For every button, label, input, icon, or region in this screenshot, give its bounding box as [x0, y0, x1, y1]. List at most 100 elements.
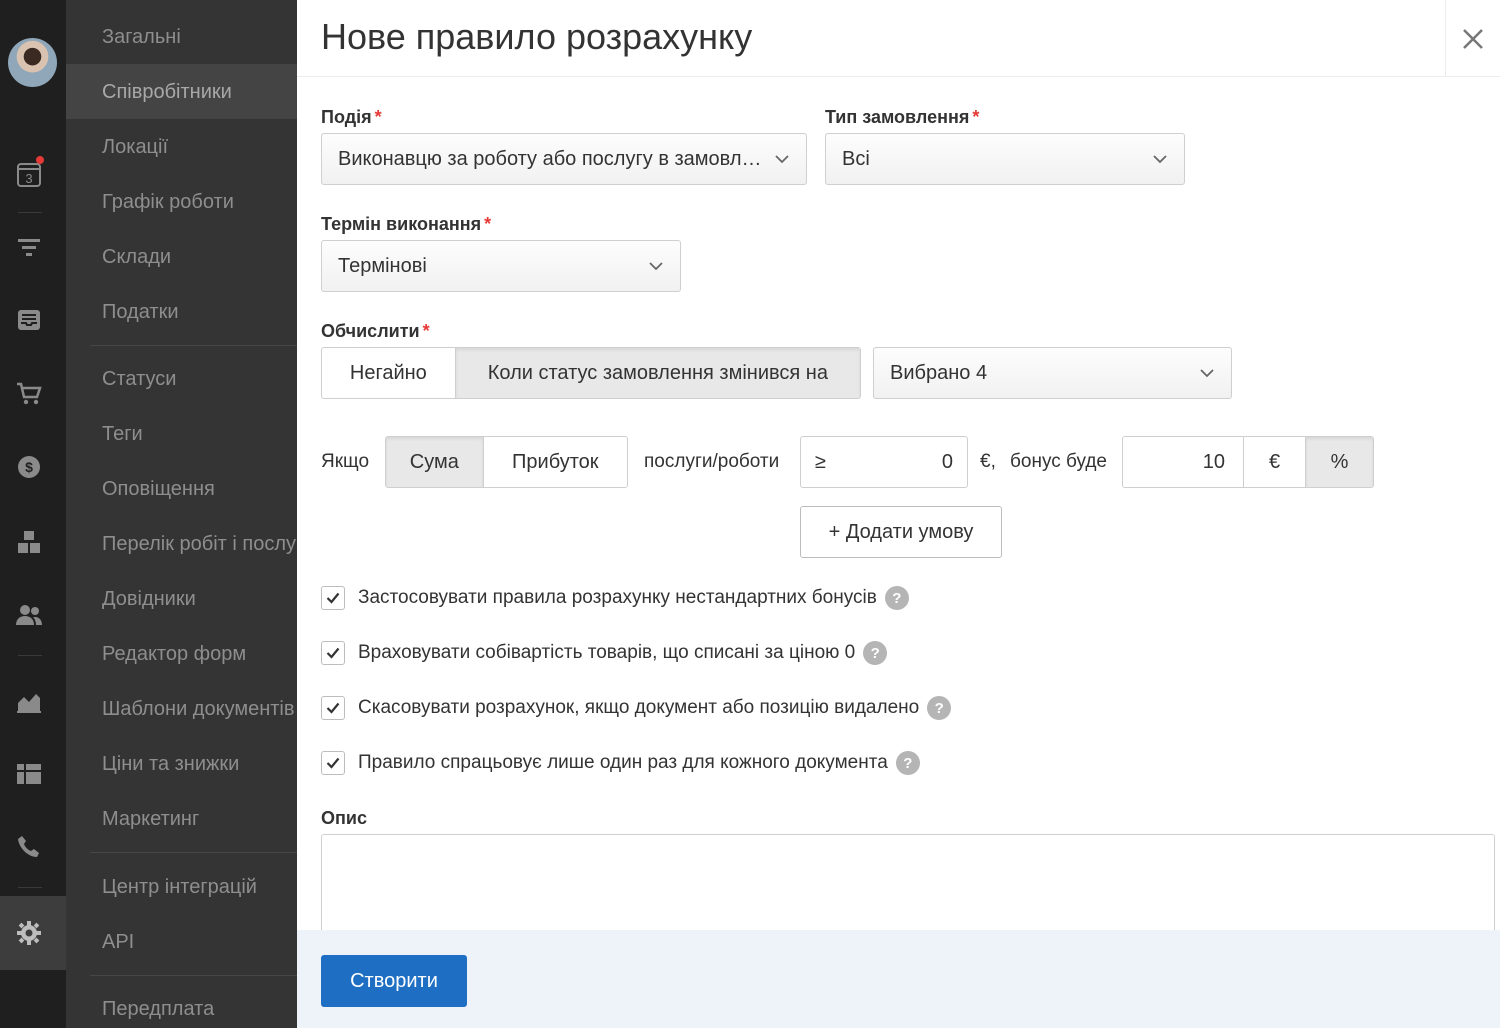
menu-item-directories[interactable]: Довідники — [102, 588, 196, 611]
zero-cost-goods-checkbox[interactable] — [321, 641, 345, 665]
calculate-on-status-option[interactable]: Коли статус замовлення змінився на — [455, 348, 860, 398]
users-icon[interactable] — [13, 599, 45, 631]
help-icon[interactable]: ? — [927, 696, 952, 720]
base-sum-option[interactable]: Сума — [386, 437, 484, 487]
operator-symbol: ≥ — [815, 450, 826, 473]
inbox-icon[interactable] — [13, 304, 45, 336]
dashboard-icon[interactable] — [13, 758, 45, 790]
term-select[interactable]: Термінові — [321, 240, 681, 292]
description-label: Опис — [321, 808, 367, 828]
menu-item-api[interactable]: API — [102, 931, 134, 954]
help-icon[interactable]: ? — [895, 751, 920, 775]
chevron-down-icon — [775, 155, 789, 164]
currency-suffix: €, — [980, 451, 996, 472]
dollar-icon[interactable]: $ — [13, 451, 45, 483]
order-type-select[interactable]: Всі — [825, 133, 1185, 185]
amount-input[interactable]: ≥ 0 — [800, 436, 968, 488]
once-per-document-checkbox[interactable] — [321, 751, 345, 775]
user-avatar[interactable] — [8, 38, 57, 87]
settings-submenu: Загальні Співробітники Локації Графік ро… — [66, 0, 297, 1028]
description-textarea[interactable] — [321, 834, 1495, 944]
chevron-down-icon — [649, 262, 663, 271]
checkbox-label: Скасовувати розрахунок, якщо документ аб… — [358, 697, 920, 718]
bonus-unit-euro[interactable]: € — [1244, 437, 1306, 487]
bonus-label: бонус буде — [1010, 451, 1107, 472]
create-button[interactable]: Створити — [321, 955, 467, 1007]
menu-divider — [90, 345, 297, 346]
add-condition-button[interactable]: + Додати умову — [800, 506, 1002, 558]
term-select-value: Термінові — [338, 254, 427, 277]
calendar-day: 3 — [25, 171, 32, 186]
if-label: Якщо — [321, 451, 370, 472]
statuses-select-value: Вибрано 4 — [890, 361, 988, 384]
bonus-unit-percent[interactable]: % — [1306, 437, 1373, 487]
condition-base-toggle: Сума Прибуток — [385, 436, 628, 488]
menu-item-employees[interactable]: Співробітники — [102, 81, 232, 104]
rail-divider — [18, 887, 42, 888]
check-icon — [326, 647, 340, 659]
menu-item-locations[interactable]: Локації — [102, 136, 168, 159]
custom-bonus-rules-checkbox[interactable] — [321, 586, 345, 610]
help-icon[interactable]: ? — [884, 586, 909, 610]
calculate-toggle: Негайно Коли статус замовлення змінився … — [321, 347, 861, 399]
base-profit-option[interactable]: Прибуток — [484, 437, 627, 487]
menu-item-document-templates[interactable]: Шаблони документів — [102, 698, 295, 721]
checkbox-row: Правило спрацьовує лише один раз для кож… — [321, 750, 920, 776]
check-icon — [326, 757, 340, 769]
checkbox-row: Враховувати собівартість товарів, що спи… — [321, 640, 888, 666]
bonus-input-group: 10 € % — [1122, 436, 1374, 488]
close-button[interactable] — [1445, 0, 1500, 77]
checkbox-row: Застосовувати правила розрахунку нестанд… — [321, 585, 909, 611]
check-icon — [326, 592, 340, 604]
funnel-icon[interactable] — [13, 231, 45, 263]
menu-item-integrations[interactable]: Центр інтеграцій — [102, 876, 257, 899]
calendar-icon[interactable]: 3 — [13, 156, 45, 190]
check-icon — [326, 702, 340, 714]
amount-value: 0 — [941, 450, 953, 473]
term-label: Термін виконання * — [321, 214, 492, 234]
statuses-select[interactable]: Вибрано 4 — [873, 347, 1232, 399]
menu-item-marketing[interactable]: Маркетинг — [102, 808, 199, 831]
gear-icon[interactable] — [13, 917, 45, 949]
chart-icon[interactable] — [13, 685, 45, 717]
chevron-down-icon — [1153, 155, 1167, 164]
checkbox-label: Враховувати собівартість товарів, що спи… — [358, 642, 856, 663]
chevron-down-icon — [1200, 369, 1214, 378]
menu-item-schedule[interactable]: Графік роботи — [102, 191, 234, 214]
calculate-immediately-option[interactable]: Негайно — [322, 348, 456, 398]
menu-divider — [90, 975, 297, 976]
cancel-on-delete-checkbox[interactable] — [321, 696, 345, 720]
bonus-value-input[interactable]: 10 — [1123, 437, 1244, 487]
icon-rail: 3 $ — [0, 0, 66, 1028]
menu-item-general[interactable]: Загальні — [102, 26, 181, 49]
order-type-value: Всі — [842, 147, 870, 170]
order-type-label: Тип замовлення * — [825, 107, 980, 127]
checkbox-label: Застосовувати правила розрахунку нестанд… — [358, 587, 877, 608]
rail-divider — [18, 655, 42, 656]
help-icon[interactable]: ? — [863, 641, 888, 665]
menu-item-subscription[interactable]: Передплата — [102, 998, 214, 1021]
menu-item-taxes[interactable]: Податки — [102, 301, 179, 324]
close-icon — [1463, 28, 1483, 49]
rail-divider — [18, 212, 42, 213]
checkbox-row: Скасовувати розрахунок, якщо документ аб… — [321, 695, 952, 721]
menu-item-statuses[interactable]: Статуси — [102, 368, 176, 391]
menu-item-prices-discounts[interactable]: Ціни та знижки — [102, 753, 239, 776]
boxes-icon[interactable] — [13, 526, 45, 558]
menu-item-tags[interactable]: Теги — [102, 423, 143, 446]
event-select[interactable]: Виконавцю за роботу або послугу в замовл… — [321, 133, 807, 185]
menu-item-warehouses[interactable]: Склади — [102, 246, 171, 269]
checkbox-label: Правило спрацьовує лише один раз для кож… — [358, 752, 888, 773]
panel-title: Нове правило розрахунку — [321, 16, 753, 57]
cart-icon[interactable] — [13, 378, 45, 410]
menu-divider — [90, 852, 297, 853]
new-rule-panel: Нове правило розрахунку Подія * Виконавцю… — [297, 0, 1500, 1028]
subject-label: послуги/роботи — [644, 451, 780, 472]
phone-icon[interactable] — [13, 831, 45, 863]
event-label: Подія * — [321, 107, 382, 127]
panel-footer: Створити — [297, 930, 1500, 1028]
menu-item-notifications[interactable]: Оповіщення — [102, 478, 215, 501]
menu-item-form-editor[interactable]: Редактор форм — [102, 643, 246, 666]
menu-item-services-list[interactable]: Перелік робіт і послуг — [102, 533, 297, 556]
notification-dot — [36, 156, 44, 164]
